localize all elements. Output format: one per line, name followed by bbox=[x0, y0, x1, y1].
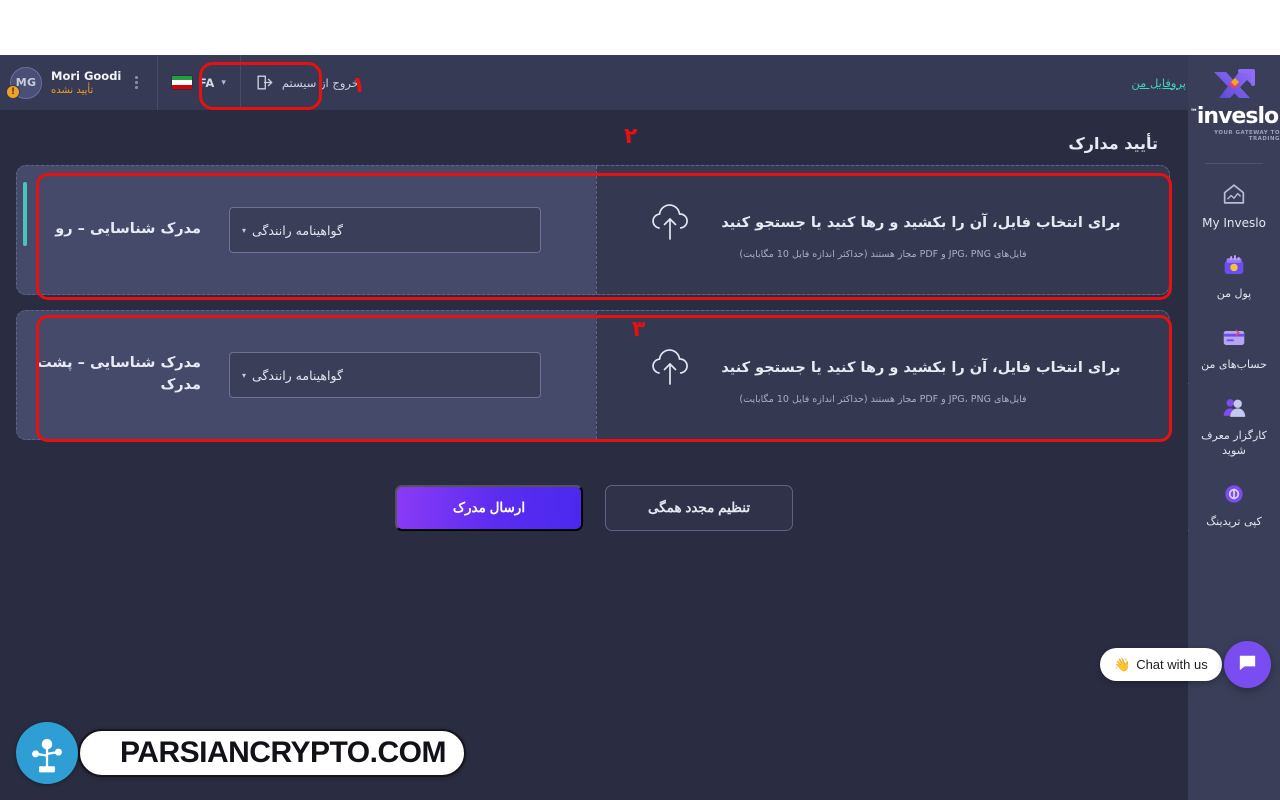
chat-prompt-bubble[interactable]: Chat with us 👋 bbox=[1100, 648, 1222, 681]
dropzone-back[interactable]: برای انتخاب فایل، آن را بکشید و رها کنید… bbox=[596, 311, 1169, 439]
sidebar-item-copy-trading[interactable]: کپی تریدینگ bbox=[1188, 468, 1280, 539]
logout-icon bbox=[255, 73, 274, 92]
avatar[interactable]: MG ! bbox=[6, 66, 42, 99]
document-type-select[interactable]: ▾ گواهینامه رانندگی bbox=[229, 352, 541, 398]
document-card-front-controls: مدرک شناسایی – رو ▾ گواهینامه رانندگی bbox=[17, 166, 596, 294]
watermark: PARSIANCRYPTO.COM bbox=[16, 722, 466, 784]
trademark-mark: ™ bbox=[1189, 107, 1198, 117]
iran-flag-icon bbox=[171, 76, 192, 89]
sidebar-item-label: پول من bbox=[1216, 287, 1252, 301]
sidebar: inveslo™ YOUR GATEWAY TO TRADING My Inve… bbox=[1188, 55, 1280, 800]
chevron-down-icon: ▾ bbox=[221, 77, 226, 88]
app-root: پروفایل من خروج از سیستم ▾ FA Mori Goodi… bbox=[0, 0, 1280, 800]
sidebar-item-my-inveslo[interactable]: My Inveslo bbox=[1188, 168, 1280, 240]
cloud-upload-icon bbox=[645, 201, 695, 245]
sidebar-item-label: حساب‌های من bbox=[1201, 358, 1267, 372]
dropzone-hint: فایل‌های JPG، PNG و PDF مجاز هستند (حداک… bbox=[739, 248, 1027, 260]
chevron-down-icon: ▾ bbox=[242, 225, 247, 235]
brand-tagline: YOUR GATEWAY TO TRADING bbox=[1214, 130, 1280, 142]
topbar: پروفایل من خروج از سیستم ▾ FA Mori Goodi… bbox=[0, 55, 1280, 110]
user-name: Mori Goodi bbox=[51, 69, 122, 83]
document-type-value: گواهینامه رانندگی bbox=[252, 367, 343, 383]
waving-hand-icon: 👋 bbox=[1114, 656, 1131, 672]
cloud-upload-icon bbox=[645, 346, 695, 390]
copy-trading-icon bbox=[1219, 481, 1249, 507]
card-scrollbar[interactable] bbox=[23, 182, 27, 246]
dropzone-title: برای انتخاب فایل، آن را بکشید و رها کنید… bbox=[721, 214, 1121, 231]
sidebar-divider bbox=[1205, 163, 1263, 164]
people-icon bbox=[1219, 395, 1249, 421]
dropzone-texts: برای انتخاب فایل، آن را بکشید و رها کنید… bbox=[721, 360, 1120, 376]
brand-name: inveslo™ bbox=[1189, 104, 1279, 129]
language-selector[interactable]: ▾ FA bbox=[156, 55, 240, 110]
sidebar-item-label: My Inveslo bbox=[1202, 216, 1266, 230]
parsiancrypto-logo-icon bbox=[16, 722, 78, 784]
sidebar-item-my-money[interactable]: پول من bbox=[1188, 240, 1280, 311]
page-title: تأیید مدارک bbox=[1068, 134, 1158, 153]
annotation-number-3: ۳ bbox=[632, 317, 646, 342]
topbar-left-group: خروج از سیستم ▾ FA Mori Goodi تأیید نشده… bbox=[0, 55, 373, 110]
dropzone-hint: فایل‌های JPG، PNG و PDF مجاز هستند (حداک… bbox=[739, 393, 1027, 405]
sidebar-item-label: کارگزار معرف شوید bbox=[1201, 428, 1267, 457]
brand-logo[interactable]: inveslo™ YOUR GATEWAY TO TRADING bbox=[1188, 65, 1280, 152]
document-card-front: مدرک شناسایی – رو ▾ گواهینامه رانندگی بر… bbox=[16, 165, 1170, 295]
action-buttons: ارسال مدرک تنظیم مجدد همگی bbox=[0, 485, 1188, 531]
dropzone-texts: برای انتخاب فایل، آن را بکشید و رها کنید… bbox=[721, 215, 1120, 231]
chat-bubble-icon bbox=[1236, 651, 1259, 678]
warning-badge-icon: ! bbox=[6, 84, 20, 99]
sidebar-item-label: کپی تریدینگ bbox=[1206, 514, 1262, 528]
document-label: مدرک شناسایی – پشت مدرک bbox=[37, 355, 201, 393]
submit-document-button[interactable]: ارسال مدرک bbox=[395, 485, 583, 531]
annotation-number-1: ۱ bbox=[352, 73, 366, 98]
user-menu[interactable]: Mori Goodi تأیید نشده MG ! bbox=[0, 55, 157, 110]
chevron-down-icon: ▾ bbox=[242, 370, 247, 380]
profile-link[interactable]: پروفایل من bbox=[1131, 76, 1186, 90]
document-type-select[interactable]: ▾ گواهینامه رانندگی bbox=[229, 207, 541, 253]
dropzone-row: برای انتخاب فایل، آن را بکشید و رها کنید… bbox=[645, 346, 1121, 390]
sidebar-item-my-accounts[interactable]: حساب‌های من bbox=[1188, 311, 1280, 382]
document-card-back: مدرک شناسایی – پشت مدرک ▾ گواهینامه رانن… bbox=[16, 310, 1170, 440]
inveslo-arrow-logo bbox=[1206, 65, 1262, 105]
chat-launcher-button[interactable] bbox=[1224, 641, 1271, 688]
reset-all-button[interactable]: تنظیم مجدد همگی bbox=[605, 485, 793, 531]
dropzone-title: برای انتخاب فایل، آن را بکشید و رها کنید… bbox=[721, 359, 1121, 376]
chat-prompt-label: Chat with us bbox=[1136, 657, 1208, 672]
sidebar-item-become-ib[interactable]: کارگزار معرف شوید bbox=[1188, 382, 1280, 468]
main-content: تأیید مدارک مدرک شناسایی – رو ▾ گواهینام… bbox=[0, 110, 1188, 800]
home-icon bbox=[1219, 181, 1249, 207]
status-badge: تأیید نشده bbox=[51, 85, 94, 96]
user-texts: Mori Goodi تأیید نشده bbox=[51, 69, 121, 96]
document-label: مدرک شناسایی – رو bbox=[55, 221, 201, 238]
document-type-value: گواهینامه رانندگی bbox=[252, 222, 343, 238]
browser-top-strip bbox=[0, 0, 1280, 55]
dropzone-row: برای انتخاب فایل، آن را بکشید و رها کنید… bbox=[645, 201, 1121, 245]
wallet-icon bbox=[1219, 253, 1249, 279]
watermark-text: PARSIANCRYPTO.COM bbox=[120, 736, 446, 769]
watermark-pill: PARSIANCRYPTO.COM bbox=[78, 729, 466, 777]
language-code: FA bbox=[198, 75, 215, 90]
document-card-back-controls: مدرک شناسایی – پشت مدرک ▾ گواهینامه رانن… bbox=[17, 311, 596, 439]
dropzone-front[interactable]: برای انتخاب فایل، آن را بکشید و رها کنید… bbox=[596, 166, 1169, 294]
logout-label: خروج از سیستم bbox=[281, 75, 359, 90]
annotation-number-2: ۲ bbox=[624, 124, 638, 149]
kebab-menu-icon[interactable] bbox=[130, 76, 143, 89]
card-icon bbox=[1219, 324, 1249, 350]
